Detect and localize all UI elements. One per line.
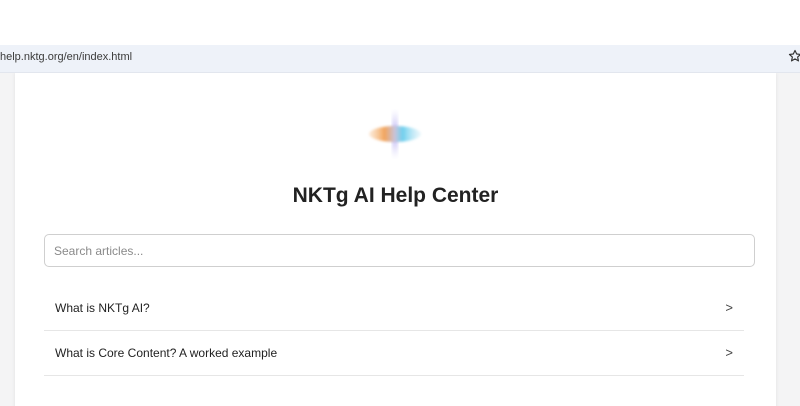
page-viewport: NKTg AI Help Center What is NKTg AI? > W… <box>0 73 800 406</box>
article-list: What is NKTg AI? > What is Core Content?… <box>44 286 744 376</box>
url-text[interactable]: help.nktg.org/en/index.html <box>0 51 132 63</box>
article-item-what-is-nktg-ai[interactable]: What is NKTg AI? > <box>44 286 744 331</box>
gradient-lens-logo <box>367 109 423 159</box>
search-input[interactable] <box>44 234 755 267</box>
address-bar[interactable]: help.nktg.org/en/index.html <box>0 45 800 73</box>
page-title: NKTg AI Help Center <box>292 184 499 207</box>
star-icon[interactable] <box>788 49 800 63</box>
chevron-right-icon: > <box>725 300 733 315</box>
chevron-right-icon: > <box>725 345 733 360</box>
article-title[interactable]: What is NKTg AI? <box>55 301 150 315</box>
help-center-card: NKTg AI Help Center What is NKTg AI? > W… <box>15 73 776 406</box>
article-item-core-content[interactable]: What is Core Content? A worked example > <box>44 331 744 376</box>
article-title[interactable]: What is Core Content? A worked example <box>55 346 277 360</box>
top-blank-area <box>0 0 800 45</box>
